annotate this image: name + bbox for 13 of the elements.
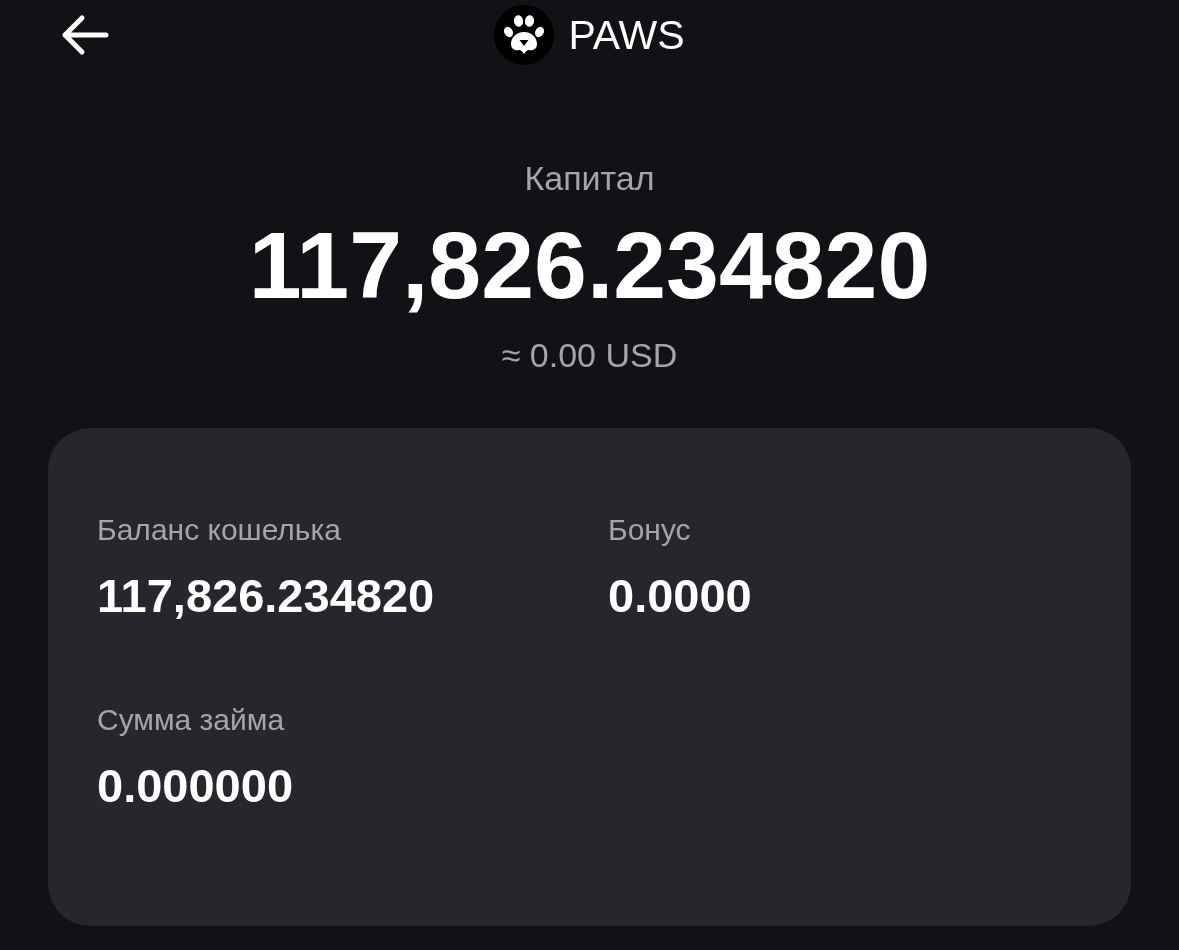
detail-label: Бонус xyxy=(608,512,691,548)
detail-value: 0.0000 xyxy=(608,568,752,624)
paw-logo-icon xyxy=(494,5,555,65)
capital-amount: 117,826.234820 xyxy=(248,215,931,315)
usd-estimate: ≈ 0.00 USD xyxy=(501,335,678,375)
detail-label: Баланс кошелька xyxy=(97,512,341,548)
detail-value: 117,826.234820 xyxy=(97,568,435,624)
capital-label: Капитал xyxy=(524,158,655,198)
app-title: PAWS xyxy=(568,11,685,59)
detail-value: 0.000000 xyxy=(97,758,294,814)
arrow-left-icon xyxy=(60,14,110,56)
detail-label: Сумма займа xyxy=(97,702,285,738)
back-button[interactable] xyxy=(60,14,110,56)
